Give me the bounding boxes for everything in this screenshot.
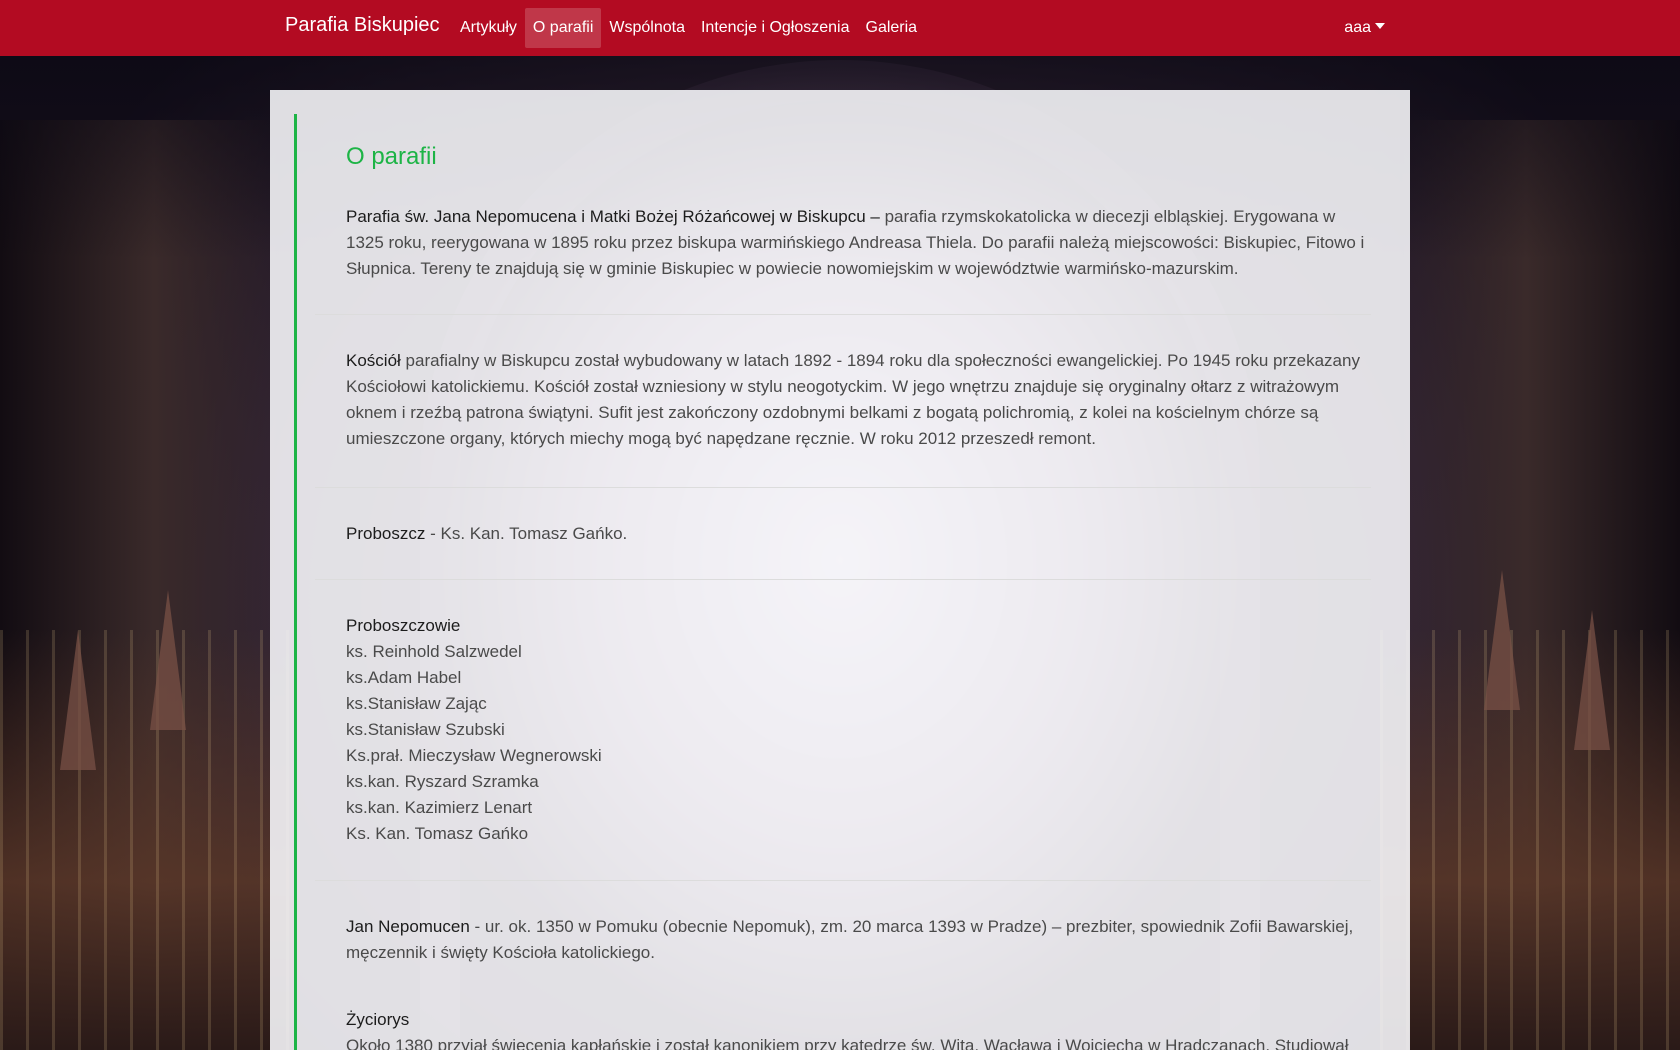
pastors-heading: Proboszczowie (346, 616, 461, 635)
divider (315, 880, 1371, 881)
biography-section: Życiorys Około 1380 przyjął święcenia ka… (346, 1007, 1371, 1050)
user-menu-dropdown[interactable]: aaa (1344, 8, 1385, 48)
divider (315, 487, 1371, 488)
church-paragraph: Kościół parafialny w Biskupcu został wyb… (346, 348, 1371, 452)
parish-paragraph: Parafia św. Jana Nepomucena i Matki Boże… (346, 204, 1371, 282)
nav-item-o-parafii[interactable]: O parafii (524, 8, 602, 48)
content-card: O parafii Parafia św. Jana Nepomucena i … (270, 90, 1410, 1050)
background-spire (1484, 570, 1520, 710)
pastor-paragraph: Proboszcz - Ks. Kan. Tomasz Gańko. (346, 521, 1371, 547)
background-altar-right (1380, 630, 1680, 1050)
list-item: Ks.prał. Mieczysław Wegnerowski (346, 746, 602, 765)
list-item: Ks. Kan. Tomasz Gańko (346, 824, 529, 843)
list-item: ks.Stanisław Zając (346, 694, 487, 713)
nav-item-wspolnota[interactable]: Wspólnota (601, 8, 693, 48)
nav-item-galeria[interactable]: Galeria (858, 8, 926, 48)
caret-down-icon (1375, 23, 1385, 29)
page-title: O parafii (346, 143, 437, 170)
brand-link[interactable]: Parafia Biskupiec (285, 14, 440, 37)
nav-item-intencje[interactable]: Intencje i Ogłoszenia (693, 8, 858, 48)
list-item: ks.kan. Ryszard Szramka (346, 772, 539, 791)
nepomucen-paragraph: Jan Nepomucen - ur. ok. 1350 w Pomuku (o… (346, 914, 1371, 966)
content-inner: O parafii Parafia św. Jana Nepomucena i … (315, 114, 1371, 1050)
user-name: aaa (1344, 19, 1371, 36)
church-text: parafialny w Biskupcu został wybudowany … (346, 351, 1360, 448)
nav-item-artykuly[interactable]: Artykuły (452, 8, 525, 48)
pastor-lead: Proboszcz (346, 524, 426, 543)
divider (315, 579, 1371, 580)
church-lead: Kościół (346, 351, 401, 370)
list-item: ks.Adam Habel (346, 668, 462, 687)
accent-bar (294, 114, 297, 1050)
biography-text: Około 1380 przyjął święcenia kapłańskie … (346, 1036, 1349, 1050)
nav-menu: Artykuły O parafii Wspólnota Intencje i … (452, 8, 925, 48)
pastors-list: Proboszczowie ks. Reinhold Salzwedel ks.… (346, 613, 1371, 847)
list-item: ks. Reinhold Salzwedel (346, 642, 522, 661)
biography-heading: Życiorys (346, 1010, 410, 1029)
list-item: ks.kan. Kazimierz Lenart (346, 798, 533, 817)
parish-lead: Parafia św. Jana Nepomucena i Matki Boże… (346, 207, 880, 226)
list-item: ks.Stanisław Szubski (346, 720, 505, 739)
background-spire (150, 590, 186, 730)
background-spire (60, 630, 96, 770)
divider (315, 314, 1371, 315)
pastor-text: - Ks. Kan. Tomasz Gańko. (425, 524, 628, 543)
navbar: Parafia Biskupiec Artykuły O parafii Wsp… (0, 0, 1680, 56)
nepomucen-text: - ur. ok. 1350 w Pomuku (obecnie Nepomuk… (346, 917, 1354, 962)
nepomucen-lead: Jan Nepomucen (346, 917, 470, 936)
background-spire (1574, 610, 1610, 750)
